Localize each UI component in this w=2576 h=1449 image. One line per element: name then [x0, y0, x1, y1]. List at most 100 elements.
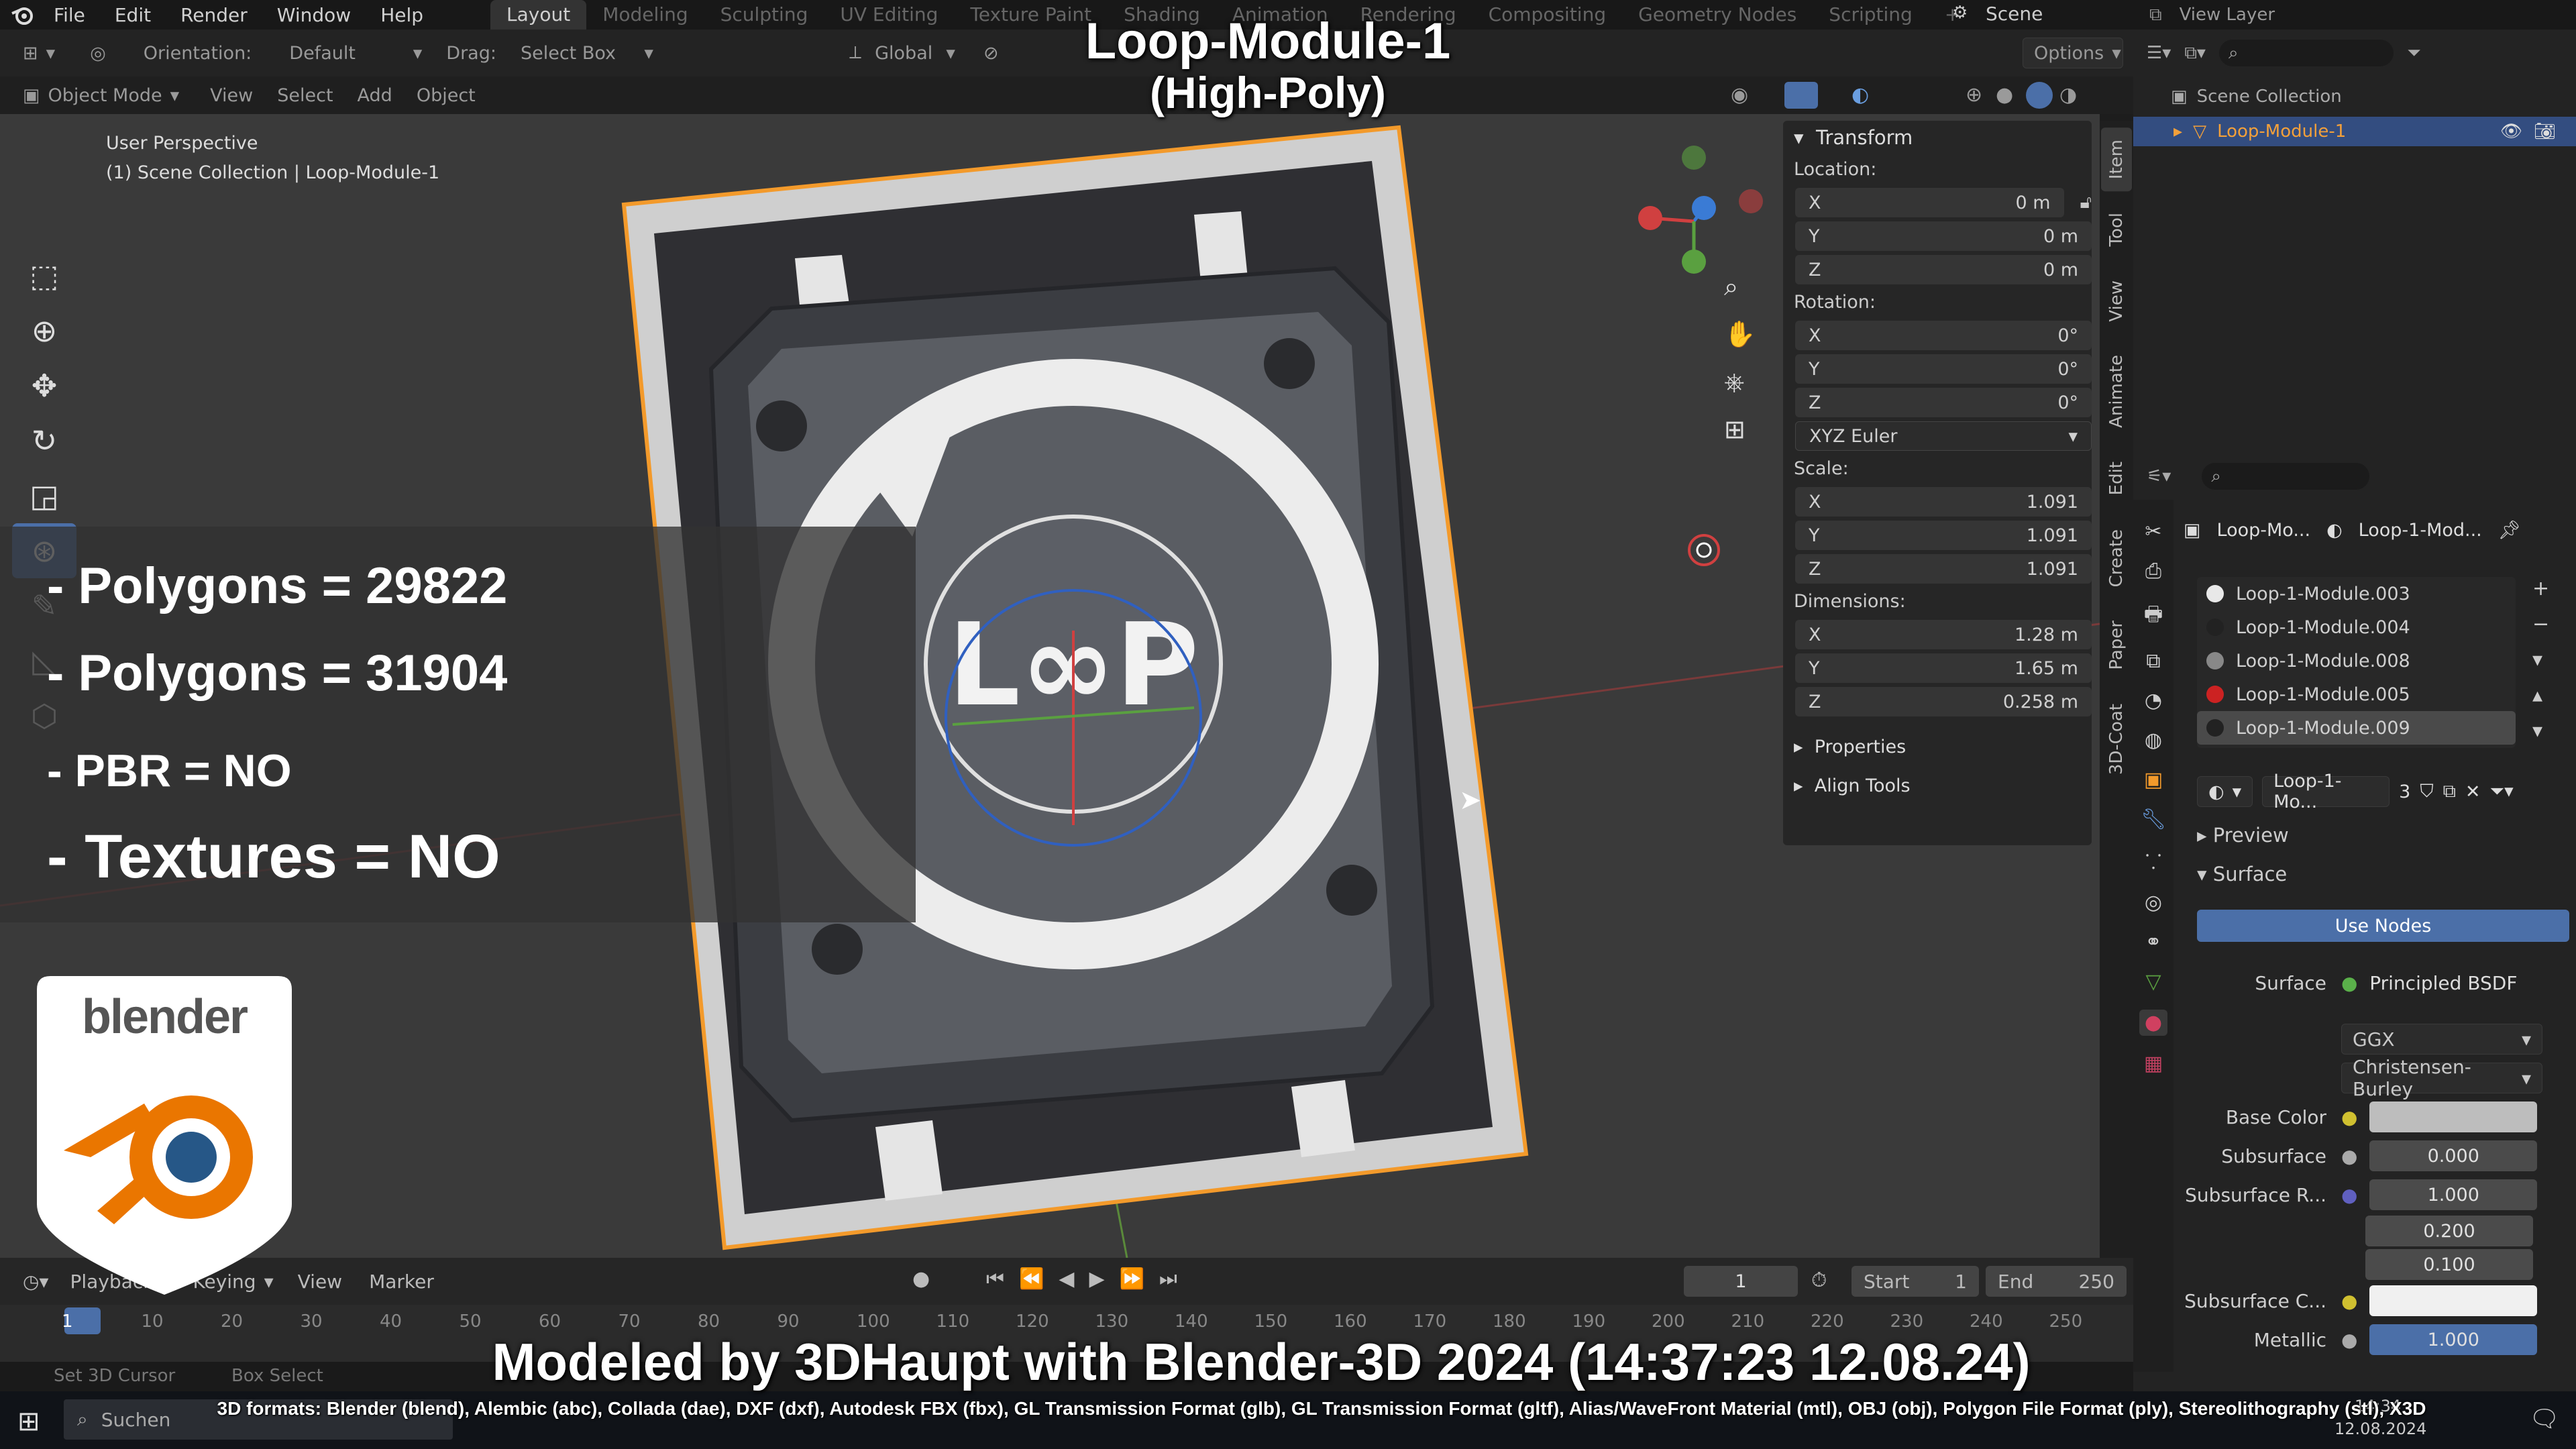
render-icon[interactable]: ⎙ [2145, 559, 2161, 583]
surface-section-header[interactable]: ▾ Surface [2197, 863, 2287, 885]
navigation-gizmo[interactable] [1623, 127, 1778, 282]
object-props-icon[interactable]: ▣ [2144, 768, 2163, 792]
menu-file[interactable]: File [54, 4, 85, 26]
filter-icon[interactable]: ⏷▾ [2489, 781, 2513, 802]
tab-sculpting[interactable]: Sculpting [704, 0, 824, 30]
material-slot-selected[interactable]: Loop-1-Module.009 [2197, 711, 2516, 745]
timeline-view-menu[interactable]: View [298, 1271, 342, 1293]
subsurface-radius-z-field[interactable]: 0.100 [2365, 1249, 2533, 1280]
tab-3d-coat[interactable]: 3D-Coat [2101, 692, 2132, 787]
chevron-down-icon[interactable]: ▾ [2532, 648, 2549, 672]
rotate-tool[interactable]: ↻ [12, 413, 76, 468]
wireframe-shading-icon[interactable]: ⊕ [1966, 83, 1982, 107]
preview-section-header[interactable]: ▸ Preview [2197, 824, 2289, 847]
start-frame-field[interactable]: Start 1 [1851, 1266, 1979, 1297]
material-slot[interactable]: Loop-1-Module.005 [2197, 678, 2516, 711]
outliner-search-input[interactable]: ⌕ [2218, 40, 2394, 66]
lock-icon[interactable]: 🔓︎ [2080, 192, 2092, 213]
tab-animate[interactable]: Animate [2101, 343, 2132, 440]
tab-layout[interactable]: Layout [490, 0, 587, 30]
modifier-icon[interactable]: 🔧︎ [2141, 808, 2166, 831]
align-tools-section-header[interactable]: ▸ Align Tools [1783, 766, 2092, 805]
visibility-icon[interactable]: ◉ [1731, 83, 1748, 107]
display-mode-icon[interactable]: ⧉▾ [2184, 43, 2206, 64]
tool-settings-icon[interactable]: ✂ [2145, 520, 2161, 543]
record-icon[interactable]: ● [912, 1267, 930, 1291]
scene-name[interactable]: Scene [1986, 3, 2043, 25]
next-keyframe-icon[interactable]: ⏩ [1120, 1267, 1144, 1291]
physics-icon[interactable]: ◎ [2145, 891, 2162, 914]
view-layer-icon[interactable]: ⧉ [2149, 5, 2162, 25]
surface-shader-value[interactable]: Principled BSDF [2369, 972, 2517, 994]
editor-type-dropdown[interactable]: ⊞ ▾ [12, 38, 66, 68]
clock-icon[interactable]: ⏱ [1811, 1269, 1827, 1292]
gizmo-toggle-icon[interactable] [1784, 82, 1818, 109]
view-layer-label[interactable]: View Layer [2180, 5, 2275, 25]
transform-section-header[interactable]: ▾ Transform [1783, 121, 2092, 154]
play-icon[interactable]: ▶ [1089, 1267, 1104, 1291]
options-dropdown[interactable]: Options ▾ [2023, 38, 2123, 68]
location-x-field[interactable]: X 0 m [1795, 188, 2064, 217]
jump-end-icon[interactable]: ⏭ [1159, 1267, 1177, 1291]
move-up-icon[interactable]: ▴ [2532, 684, 2549, 707]
subsurface-radius-y-field[interactable]: 0.200 [2365, 1216, 2533, 1246]
tab-scripting[interactable]: Scripting [1813, 0, 1929, 30]
menu-window[interactable]: Window [277, 4, 351, 26]
outliner-scene-collection[interactable]: ▣ Scene Collection [2133, 76, 2576, 117]
subsurface-field[interactable]: 0.000 [2369, 1140, 2538, 1171]
rotation-z-field[interactable]: Z 0° [1795, 388, 2092, 417]
ortho-grid-icon[interactable]: ⊞ [1724, 415, 1756, 444]
distribution-dropdown[interactable]: GGX ▾ [2341, 1024, 2542, 1055]
prev-keyframe-icon[interactable]: ⏪ [1019, 1267, 1044, 1291]
tab-geometry-nodes[interactable]: Geometry Nodes [1622, 0, 1813, 30]
tab-paper[interactable]: Paper [2101, 608, 2132, 682]
eye-icon[interactable]: 👁︎ [2500, 121, 2522, 142]
orientation-dropdown[interactable]: Default ▾ [278, 38, 433, 68]
menu-edit[interactable]: Edit [115, 4, 151, 26]
windows-start-icon[interactable]: ⊞ [17, 1406, 40, 1437]
constraints-icon[interactable]: ⚭ [2145, 930, 2161, 954]
dimensions-y-field[interactable]: Y 1.65 m [1795, 653, 2092, 683]
camera-icon[interactable]: ⎈ [1724, 367, 1756, 397]
solid-shading-icon[interactable]: ● [1996, 83, 2013, 107]
move-tool[interactable]: ✥ [12, 358, 76, 413]
zoom-icon[interactable]: ⌕ [1724, 272, 1756, 302]
transform-pivot-icon[interactable]: ◎ [79, 38, 117, 68]
location-y-field[interactable]: Y 0 m [1795, 221, 2092, 251]
end-frame-field[interactable]: End 250 [1986, 1266, 2127, 1297]
tab-tool[interactable]: Tool [2101, 201, 2132, 259]
overlay-icon[interactable]: ◐ [1851, 83, 1869, 107]
material-slot[interactable]: Loop-1-Module.008 [2197, 644, 2516, 678]
tab-create[interactable]: Create [2101, 517, 2132, 599]
properties-search-input[interactable]: ⌕ [2202, 463, 2370, 490]
material-slot[interactable]: Loop-1-Module.004 [2197, 610, 2516, 644]
rotation-mode-dropdown[interactable]: XYZ Euler ▾ [1795, 421, 2092, 451]
clock-date[interactable]: 12.08.2024 [2334, 1419, 2426, 1438]
jump-start-icon[interactable]: ⏮ [986, 1267, 1004, 1291]
dimensions-z-field[interactable]: Z 0.258 m [1795, 687, 2092, 716]
material-shading-icon[interactable] [2026, 82, 2053, 109]
subsurface-color-swatch[interactable] [2369, 1285, 2538, 1316]
remove-slot-icon[interactable]: − [2532, 612, 2549, 636]
scale-tool[interactable]: ◲ [12, 468, 76, 523]
object-mode-dropdown[interactable]: ▣ Object Mode ▾ [12, 80, 190, 111]
play-reverse-icon[interactable]: ◀ [1059, 1267, 1074, 1291]
rotation-y-field[interactable]: Y 0° [1795, 354, 2092, 384]
subsurface-method-dropdown[interactable]: Christensen-Burley ▾ [2341, 1056, 2542, 1100]
location-z-field[interactable]: Z 0 m [1795, 255, 2092, 284]
use-nodes-button[interactable]: Use Nodes [2197, 910, 2569, 942]
add-slot-icon[interactable]: + [2532, 577, 2549, 600]
blender-logo-icon[interactable] [11, 4, 34, 25]
scene-props-icon[interactable]: ◔ [2145, 689, 2162, 712]
view-layer-props-icon[interactable]: ⧉ [2146, 649, 2160, 673]
tab-edit[interactable]: Edit [2101, 449, 2132, 507]
scene-icon[interactable]: ⚙ [1952, 3, 1972, 25]
output-icon[interactable]: 🖶︎ [2144, 599, 2163, 633]
world-icon[interactable]: ◍ [2145, 729, 2162, 752]
tab-item[interactable]: Item [2101, 127, 2132, 192]
material-slot[interactable]: Loop-1-Module.003 [2197, 577, 2516, 610]
tab-modeling[interactable]: Modeling [586, 0, 704, 30]
menu-render[interactable]: Render [180, 4, 248, 26]
material-name-field[interactable]: Loop-1-Mo... [2262, 771, 2390, 812]
scale-x-field[interactable]: X 1.091 [1795, 487, 2092, 517]
